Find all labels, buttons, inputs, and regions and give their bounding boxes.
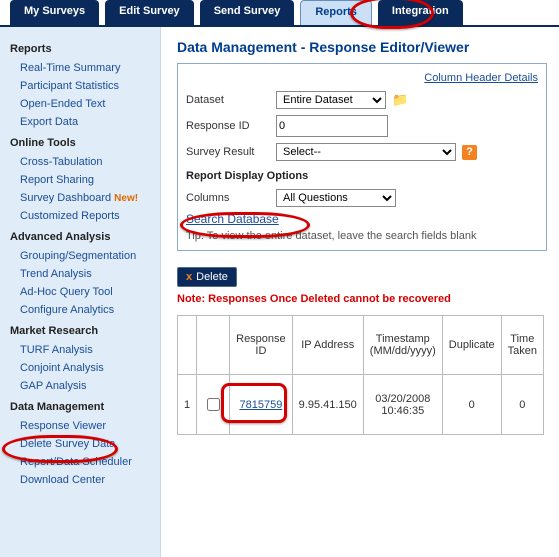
sidebar-item-customized-reports[interactable]: Customized Reports [0,207,160,225]
col-header-ip: IP Address [292,316,363,375]
label-response-id: Response ID [186,120,276,132]
col-header-duplicate: Duplicate [442,316,501,375]
sidebar-item-response-viewer[interactable]: Response Viewer [0,417,160,435]
page-title: Data Management - Response Editor/Viewer [177,39,547,55]
delete-x-icon: x [186,271,196,283]
cell-ip: 9.95.41.150 [292,375,363,435]
response-table: Response ID IP Address Timestamp (MM/dd/… [177,315,544,435]
cell-timestamp: 03/20/200810:46:35 [363,375,442,435]
label-survey-result: Survey Result [186,146,276,158]
col-header-time-taken: Time Taken [501,316,543,375]
columns-select[interactable]: All Questions [276,189,396,207]
sidebar-group-reports: Reports [0,37,160,59]
search-panel: Column Header Details Dataset Entire Dat… [177,63,547,251]
tab-edit-survey[interactable]: Edit Survey [105,0,194,25]
sidebar-item-open-ended-text[interactable]: Open-Ended Text [0,95,160,113]
tab-my-surveys[interactable]: My Surveys [10,0,99,25]
table-row: 1 7815759 9.95.41.150 03/20/200810:46:35… [178,375,544,435]
sidebar-item-grouping[interactable]: Grouping/Segmentation [0,247,160,265]
top-tabs: My Surveys Edit Survey Send Survey Repor… [0,0,559,27]
sidebar-item-cross-tabulation[interactable]: Cross-Tabulation [0,153,160,171]
delete-warning-note: Note: Responses Once Deleted cannot be r… [177,287,547,315]
content-area: Data Management - Response Editor/Viewer… [161,27,559,557]
folder-icon[interactable]: 📁 [392,92,408,108]
tab-integration[interactable]: Integration [378,0,463,25]
sidebar-item-report-data-scheduler[interactable]: Report/Data Scheduler [0,453,160,471]
cell-time-taken: 0 [501,375,543,435]
sidebar-item-delete-survey-data[interactable]: Delete Survey Data [0,435,160,453]
sidebar-item-export-data[interactable]: Export Data [0,113,160,131]
survey-result-select[interactable]: Select-- [276,143,456,161]
col-header-response-id: Response ID [230,316,293,375]
col-header-timestamp: Timestamp (MM/dd/yyyy) [363,316,442,375]
search-database-button[interactable]: Search Database [186,210,279,228]
sidebar-item-label: Survey Dashboard [20,192,111,204]
report-display-options-header: Report Display Options [186,164,538,186]
sidebar-group-advanced-analysis: Advanced Analysis [0,225,160,247]
label-columns: Columns [186,192,276,204]
help-icon[interactable]: ? [462,145,477,160]
tab-reports[interactable]: Reports [300,0,372,25]
sidebar-item-real-time-summary[interactable]: Real-Time Summary [0,59,160,77]
tip-text: Tip: To view the entire dataset, leave t… [186,228,538,242]
delete-button-label: Delete [196,271,228,283]
sidebar-item-turf-analysis[interactable]: TURF Analysis [0,341,160,359]
response-id-link[interactable]: 7815759 [239,399,282,411]
sidebar-item-participant-statistics[interactable]: Participant Statistics [0,77,160,95]
dataset-select[interactable]: Entire Dataset [276,91,386,109]
sidebar-item-report-sharing[interactable]: Report Sharing [0,171,160,189]
sidebar-item-gap-analysis[interactable]: GAP Analysis [0,377,160,395]
sidebar-item-adhoc-query[interactable]: Ad-Hoc Query Tool [0,283,160,301]
cell-row-number: 1 [178,375,197,435]
new-badge: New! [114,193,138,204]
sidebar-group-online-tools: Online Tools [0,131,160,153]
delete-button[interactable]: xDelete [177,267,237,287]
label-dataset: Dataset [186,94,276,106]
row-select-checkbox[interactable] [207,398,220,411]
sidebar-group-market-research: Market Research [0,319,160,341]
sidebar-item-trend-analysis[interactable]: Trend Analysis [0,265,160,283]
sidebar: Reports Real-Time Summary Participant St… [0,27,161,557]
cell-duplicate: 0 [442,375,501,435]
tab-send-survey[interactable]: Send Survey [200,0,295,25]
sidebar-item-configure-analytics[interactable]: Configure Analytics [0,301,160,319]
response-id-input[interactable] [276,115,388,137]
sidebar-item-conjoint-analysis[interactable]: Conjoint Analysis [0,359,160,377]
sidebar-group-data-management: Data Management [0,395,160,417]
sidebar-item-download-center[interactable]: Download Center [0,471,160,489]
sidebar-item-survey-dashboard[interactable]: Survey Dashboard New! [0,189,160,207]
column-header-details-link[interactable]: Column Header Details [186,72,538,88]
